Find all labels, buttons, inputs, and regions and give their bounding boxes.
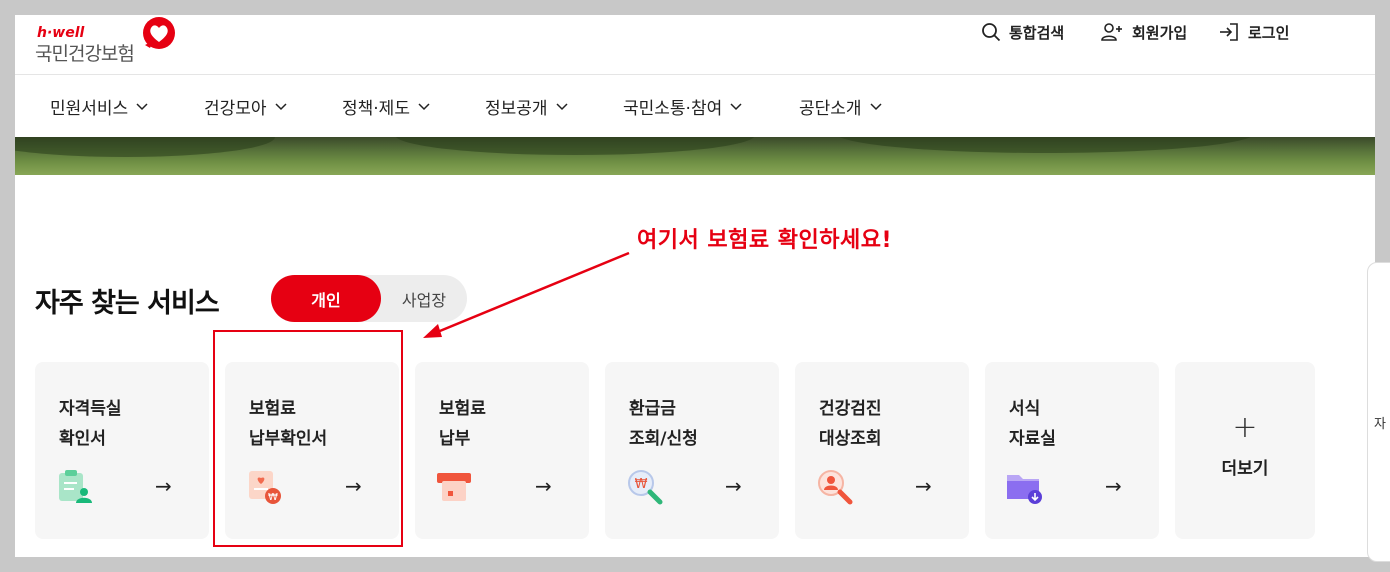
chevron-down-icon [136, 102, 148, 110]
person-search-icon [818, 470, 853, 505]
card-title: 환급금조회/신청 [629, 394, 698, 454]
card-title: 보험료납부 [439, 394, 486, 454]
nav-label: 민원서비스 [50, 99, 129, 119]
banner-image [15, 137, 1375, 175]
section-title: 자주 찾는 서비스 [35, 288, 220, 319]
card-title: 건강검진대상조회 [819, 394, 882, 454]
arrow-right-icon: → [915, 474, 932, 498]
card-payment-icon [437, 473, 471, 501]
chevron-down-icon [556, 102, 568, 110]
user-add-icon [1101, 23, 1122, 41]
card-title-line: 대상조회 [819, 429, 882, 449]
svg-text:₩: ₩ [635, 477, 648, 492]
plus-icon: + [1232, 410, 1258, 445]
nav-item-health[interactable]: 건강모아 [204, 94, 287, 119]
annotation-text: 여기서 보험료 확인하세요! [637, 228, 892, 253]
nav-item-policy[interactable]: 정책·제도 [342, 94, 430, 119]
service-card-payment[interactable]: 보험료납부 → [415, 362, 589, 539]
won-search-icon: ₩ [628, 470, 663, 505]
banner-hill [15, 137, 275, 157]
login-label: 로그인 [1248, 23, 1290, 42]
arrow-right-icon: → [1105, 474, 1122, 498]
search-label: 통합검색 [1009, 23, 1065, 42]
logo[interactable]: h·well 국민건강보험 [33, 17, 183, 65]
nav-item-about[interactable]: 공단소개 [799, 94, 882, 119]
login-icon [1220, 23, 1238, 41]
page-frame: h·well 국민건강보험 통합검색 회원가입 로그인 민원서비스 건강모아 정… [15, 15, 1375, 557]
chevron-down-icon [418, 102, 430, 110]
nav-item-disclosure[interactable]: 정보공개 [485, 94, 568, 119]
user-type-toggle: 개인 사업장 [271, 275, 467, 322]
arrow-right-icon: → [535, 474, 552, 498]
card-title-line: 확인서 [59, 429, 106, 449]
service-card-refund[interactable]: 환급금조회/신청 ₩ → [605, 362, 779, 539]
more-label: 더보기 [1221, 459, 1269, 479]
heart-logo-icon [143, 17, 175, 49]
card-title-line: 자격득실 [59, 399, 122, 419]
main-nav: 민원서비스 건강모아 정책·제도 정보공개 국민소통·참여 공단소개 [15, 76, 1375, 138]
service-card-eligibility[interactable]: 자격득실확인서 → [35, 362, 209, 539]
card-title-line: 보험료 [439, 399, 486, 419]
toggle-personal[interactable]: 개인 [271, 275, 381, 322]
arrow-right-icon: → [725, 474, 742, 498]
more-services-button[interactable]: + 더보기 [1175, 362, 1315, 539]
card-title-line: 건강검진 [819, 399, 882, 419]
login-link[interactable]: 로그인 [1218, 15, 1289, 49]
card-title-line: 서식 [1009, 399, 1041, 419]
card-title: 서식자료실 [1009, 394, 1056, 454]
card-title-line: 환급금 [629, 399, 676, 419]
card-title-line: 자료실 [1009, 429, 1056, 449]
card-title-line: 납부 [439, 429, 471, 449]
join-label: 회원가입 [1132, 23, 1188, 42]
folder-download-icon [1007, 475, 1042, 504]
nav-item-communication[interactable]: 국민소통·참여 [623, 94, 742, 119]
card-title-line: 조회/신청 [629, 429, 698, 449]
toggle-business[interactable]: 사업장 [381, 275, 467, 322]
search-link[interactable]: 통합검색 [981, 15, 1064, 49]
service-card-forms[interactable]: 서식자료실 → [985, 362, 1159, 539]
nav-label: 국민소통·참여 [623, 99, 723, 119]
side-floating-tab[interactable]: 자 [1367, 262, 1390, 562]
nav-label: 공단소개 [799, 99, 862, 119]
side-tab-label: 자 [1374, 417, 1386, 432]
chevron-down-icon [275, 102, 287, 110]
nav-label: 건강모아 [204, 99, 267, 119]
clipboard-person-icon [59, 470, 92, 503]
header: h·well 국민건강보험 통합검색 회원가입 로그인 [15, 15, 1375, 75]
banner-hill [835, 137, 1255, 153]
join-link[interactable]: 회원가입 [1100, 15, 1187, 49]
banner-hill [395, 137, 755, 155]
nav-label: 정보공개 [485, 99, 548, 119]
search-icon [982, 23, 1001, 42]
chevron-down-icon [730, 102, 742, 110]
nav-label: 정책·제도 [342, 99, 410, 119]
service-card-checkup[interactable]: 건강검진대상조회 → [795, 362, 969, 539]
nav-item-civil-service[interactable]: 민원서비스 [50, 94, 148, 119]
annotation-highlight-box [213, 330, 403, 547]
chevron-down-icon [870, 102, 882, 110]
logo-ko-text: 국민건강보험 [35, 43, 135, 65]
arrow-right-icon: → [155, 474, 172, 498]
card-title: 자격득실확인서 [59, 394, 122, 454]
